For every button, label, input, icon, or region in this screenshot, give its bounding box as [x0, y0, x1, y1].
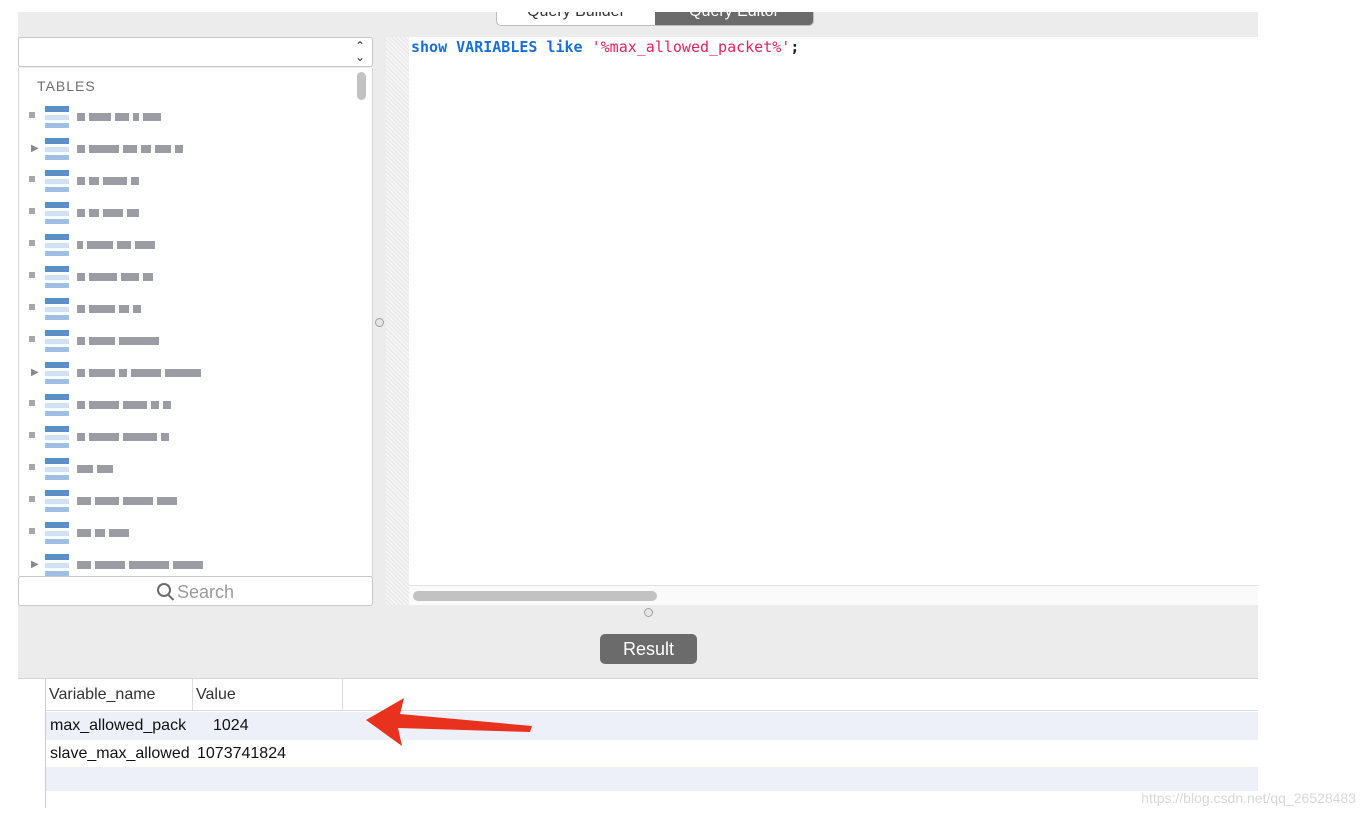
table-icon	[45, 266, 69, 290]
column-header-value[interactable]: Value	[193, 679, 343, 711]
bullet-icon	[29, 208, 35, 214]
bullet-icon	[29, 112, 35, 118]
bullet-icon	[29, 272, 35, 278]
table-list-item[interactable]	[19, 328, 349, 354]
disclosure-triangle-icon: ▶	[31, 367, 39, 378]
table-icon	[45, 522, 69, 546]
bullet-icon	[29, 400, 35, 406]
up-down-chevron-icon: ⌃ ⌄	[354, 39, 366, 64]
bullet-icon	[29, 464, 35, 470]
table-icon	[45, 298, 69, 322]
table-icon	[45, 202, 69, 226]
bullet-icon	[29, 432, 35, 438]
sidebar-scrollbar[interactable]	[357, 72, 366, 100]
table-list-item[interactable]	[19, 392, 349, 418]
column-header-variable-name[interactable]: Variable_name	[46, 679, 193, 711]
redacted-table-name	[77, 465, 113, 473]
table-icon	[45, 234, 69, 258]
redacted-table-name	[77, 113, 161, 121]
table-list-item[interactable]	[19, 424, 349, 450]
sql-terminator: ;	[790, 38, 800, 56]
redacted-table-name	[77, 529, 129, 537]
annotation-arrow-icon	[366, 698, 532, 746]
sql-keyword: VARIABLES	[456, 38, 538, 56]
editor-gutter	[386, 37, 409, 605]
bullet-icon	[29, 496, 35, 502]
redacted-table-name	[77, 273, 153, 281]
empty-row	[46, 767, 1258, 791]
mode-segmented-control: Query Builder Query Editor	[496, 12, 814, 26]
bullet-icon	[29, 304, 35, 310]
vertical-split-handle[interactable]	[375, 318, 384, 327]
row-header-gutter	[18, 679, 46, 808]
cell-value: 1024	[213, 717, 249, 734]
table-list-item[interactable]	[19, 296, 349, 322]
sql-keyword: like	[546, 38, 583, 56]
cell-variable-name: max_allowed_pack	[50, 717, 187, 734]
table-list-item[interactable]	[19, 232, 349, 258]
tab-query-builder[interactable]: Query Builder	[497, 12, 655, 25]
table-row[interactable]: slave_max_allowed 1073741824	[46, 740, 1258, 768]
redacted-table-name	[77, 241, 155, 249]
table-icon	[45, 170, 69, 194]
result-button[interactable]: Result	[600, 634, 697, 664]
table-icon	[45, 458, 69, 482]
results-table: Variable_name Value max_allowed_pack 102…	[18, 678, 1258, 808]
table-list-item[interactable]	[19, 264, 349, 290]
results-header: Variable_name Value	[46, 679, 1258, 711]
database-select[interactable]: ⌃ ⌄	[18, 37, 373, 67]
bullet-icon	[29, 240, 35, 246]
tab-query-editor[interactable]: Query Editor	[655, 12, 813, 25]
redacted-table-name	[77, 433, 169, 441]
table-list-item[interactable]	[19, 488, 349, 514]
bullet-icon	[29, 528, 35, 534]
redacted-table-name	[77, 177, 139, 185]
sql-code-line: show VARIABLES like '%max_allowed_packet…	[411, 38, 799, 56]
query-editor[interactable]: show VARIABLES like '%max_allowed_packet…	[409, 37, 1258, 585]
horizontal-split-handle[interactable]	[644, 608, 653, 617]
cell-variable-name: slave_max_allowed	[50, 745, 190, 762]
disclosure-triangle-icon: ▶	[31, 143, 39, 154]
table-list-item[interactable]: ▶	[19, 360, 349, 386]
redacted-table-name	[77, 369, 201, 377]
redacted-table-name	[77, 145, 183, 153]
tables-sidebar: TABLES ▶ ▶ ▶	[18, 68, 373, 576]
tables-section-header: TABLES	[37, 78, 96, 94]
disclosure-triangle-icon: ▶	[31, 559, 39, 570]
search-placeholder: Search	[176, 582, 235, 602]
table-list-item[interactable]	[19, 104, 349, 130]
table-row[interactable]: max_allowed_pack 1024	[46, 712, 1258, 740]
editor-horizontal-scrollbar[interactable]	[409, 585, 1258, 605]
redacted-table-name	[77, 209, 139, 217]
table-icon	[45, 362, 69, 386]
table-icon	[45, 106, 69, 130]
redacted-table-name	[77, 401, 171, 409]
redacted-table-name	[77, 337, 159, 345]
table-list-item[interactable]	[19, 520, 349, 546]
cell-value: 1073741824	[197, 745, 286, 762]
watermark: https://blog.csdn.net/qq_26528483	[1141, 790, 1356, 806]
app-window: Query Builder Query Editor ⌃⌄ TABLES ▶ ▶…	[18, 12, 1258, 808]
bullet-icon	[29, 336, 35, 342]
sql-keyword: show	[411, 38, 448, 56]
table-search-field[interactable]: Search	[18, 576, 373, 606]
scrollbar-thumb[interactable]	[413, 591, 657, 601]
redacted-table-name	[77, 497, 177, 505]
redacted-table-name	[77, 305, 141, 313]
table-icon	[45, 554, 69, 576]
table-list-item[interactable]	[19, 200, 349, 226]
search-icon	[156, 583, 171, 597]
table-list-item[interactable]: ▶	[19, 552, 349, 576]
table-list-item[interactable]: ▶	[19, 136, 349, 162]
table-icon	[45, 330, 69, 354]
redacted-table-name	[77, 561, 203, 569]
sql-string-literal: '%max_allowed_packet%'	[591, 38, 791, 56]
table-list-item[interactable]	[19, 456, 349, 482]
table-list-item[interactable]	[19, 168, 349, 194]
table-icon	[45, 426, 69, 450]
table-icon	[45, 490, 69, 514]
table-icon	[45, 394, 69, 418]
bullet-icon	[29, 176, 35, 182]
table-icon	[45, 138, 69, 162]
